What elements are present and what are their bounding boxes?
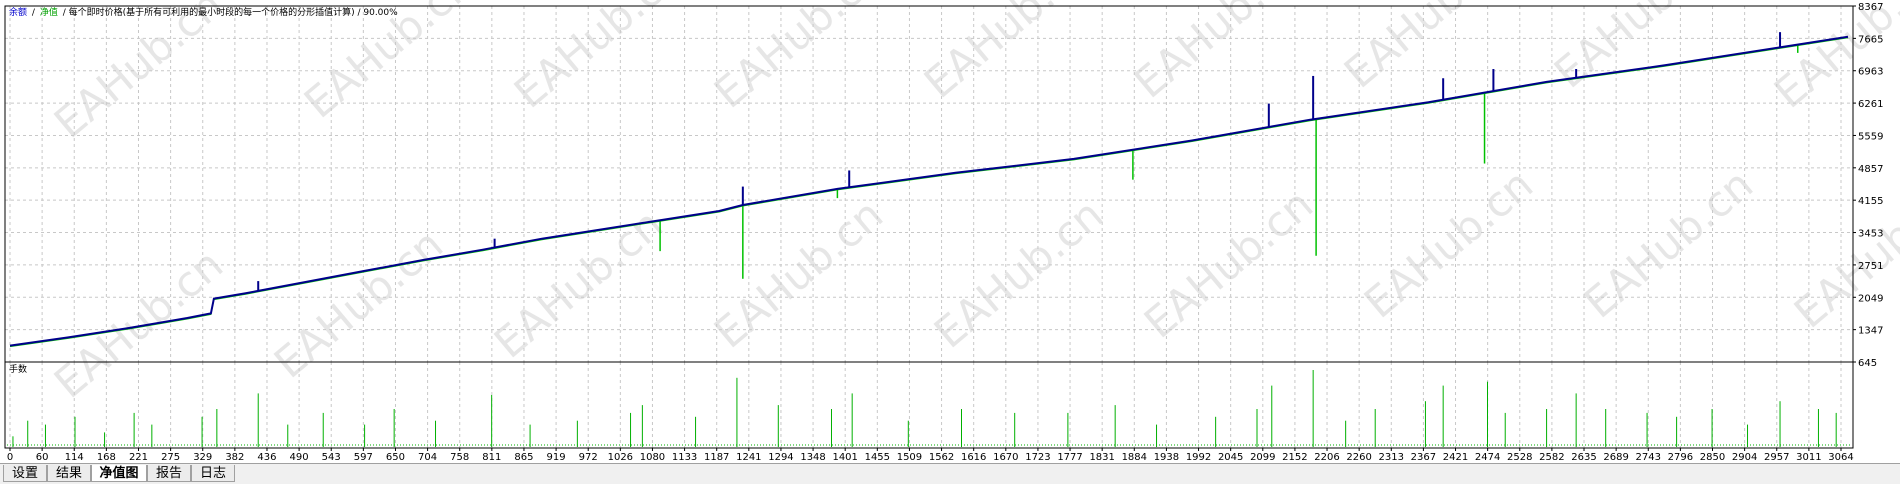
x-tick-label: 1401 (832, 452, 857, 463)
x-tick-label: 1723 (1025, 452, 1050, 463)
x-tick-label: 650 (386, 452, 405, 463)
tab-bar: 设置 结果 净值图 报告 日志 (0, 463, 1900, 484)
x-tick-label: 3064 (1828, 452, 1853, 463)
x-tick-label: 2099 (1250, 452, 1275, 463)
y-tick-label: 8367 (1858, 2, 1883, 13)
x-tick-label: 2904 (1732, 452, 1757, 463)
x-tick-label: 221 (129, 452, 148, 463)
x-tick-label: 0 (7, 452, 13, 463)
x-tick-label: 1670 (993, 452, 1018, 463)
legend-balance-label: 余额 (9, 6, 27, 18)
x-tick-label: 811 (482, 452, 501, 463)
y-tick-label: 2049 (1858, 293, 1883, 304)
x-tick-label: 704 (418, 452, 437, 463)
x-tick-label: 2743 (1636, 452, 1661, 463)
x-tick-label: 2260 (1346, 452, 1371, 463)
x-tick-label: 1133 (672, 452, 697, 463)
x-tick-label: 1294 (768, 452, 793, 463)
x-tick-label: 436 (257, 452, 276, 463)
x-tick-label: 2957 (1764, 452, 1789, 463)
x-tick-label: 1348 (800, 452, 825, 463)
x-tick-label: 60 (36, 452, 49, 463)
lots-panel-label: 手数 (9, 363, 27, 375)
x-tick-label: 2206 (1314, 452, 1339, 463)
y-tick-label: 1347 (1858, 326, 1883, 337)
x-tick-label: 1831 (1089, 452, 1114, 463)
x-tick-label: 1187 (704, 452, 729, 463)
x-tick-label: 2474 (1475, 452, 1500, 463)
x-tick-label: 2367 (1411, 452, 1436, 463)
x-tick-label: 2796 (1668, 452, 1693, 463)
x-tick-label: 2635 (1571, 452, 1596, 463)
y-tick-label: 5559 (1858, 131, 1883, 142)
y-tick-label: 7665 (1858, 34, 1883, 45)
x-tick-label: 1938 (1154, 452, 1179, 463)
x-tick-label: 168 (97, 452, 116, 463)
x-tick-label: 972 (579, 452, 598, 463)
tab-journal[interactable]: 日志 (191, 465, 235, 482)
y-tick-label: 4857 (1858, 164, 1883, 175)
x-tick-label: 1777 (1057, 452, 1082, 463)
x-tick-label: 758 (450, 452, 469, 463)
tab-results[interactable]: 结果 (47, 465, 91, 482)
x-tick-label: 2582 (1539, 452, 1564, 463)
x-tick-label: 2528 (1507, 452, 1532, 463)
x-tick-label: 1455 (865, 452, 890, 463)
tab-equity-graph[interactable]: 净值图 (91, 465, 147, 482)
x-tick-label: 1992 (1186, 452, 1211, 463)
y-tick-label: 645 (1858, 358, 1877, 369)
x-tick-label: 1884 (1122, 452, 1147, 463)
tab-settings[interactable]: 设置 (3, 465, 47, 482)
x-tick-label: 1562 (929, 452, 954, 463)
legend-equity-label: 净值 (40, 6, 58, 18)
x-tick-label: 490 (290, 452, 309, 463)
y-tick-label: 4155 (1858, 196, 1883, 207)
y-tick-label: 3453 (1858, 229, 1883, 240)
x-tick-label: 597 (354, 452, 373, 463)
x-tick-label: 382 (225, 452, 244, 463)
y-tick-label: 6963 (1858, 67, 1883, 78)
x-tick-label: 2313 (1379, 452, 1404, 463)
x-tick-label: 3011 (1796, 452, 1821, 463)
x-tick-label: 1509 (897, 452, 922, 463)
x-tick-label: 919 (547, 452, 566, 463)
x-tick-label: 1616 (961, 452, 986, 463)
y-tick-label: 2751 (1858, 261, 1883, 272)
x-tick-label: 1241 (736, 452, 761, 463)
x-tick-label: 2689 (1603, 452, 1628, 463)
x-tick-label: 543 (322, 452, 341, 463)
x-tick-label: 2850 (1700, 452, 1725, 463)
x-tick-label: 2421 (1443, 452, 1468, 463)
x-tick-label: 1026 (608, 452, 633, 463)
legend-separator: / (32, 8, 36, 18)
x-tick-label: 865 (514, 452, 533, 463)
x-tick-label: 1080 (640, 452, 665, 463)
legend-text: 余额 / 净值 / 每个即时价格(基于所有可利用的最小时段的每一个价格的分形插值… (9, 6, 398, 18)
x-tick-label: 2045 (1218, 452, 1243, 463)
tab-report[interactable]: 报告 (147, 465, 191, 482)
equity-chart: EAHub.cn EAHub.cn EAHub.cn EAHub.cn EAHub.cn… (0, 0, 1900, 463)
x-tick-label: 275 (161, 452, 180, 463)
x-tick-label: 329 (193, 452, 212, 463)
x-tick-label: 2152 (1282, 452, 1307, 463)
y-tick-label: 6261 (1858, 99, 1883, 110)
x-tick-label: 114 (65, 452, 84, 463)
legend-model-text: / 每个即时价格(基于所有可利用的最小时段的每一个价格的分形插值计算) / 90… (63, 6, 398, 18)
